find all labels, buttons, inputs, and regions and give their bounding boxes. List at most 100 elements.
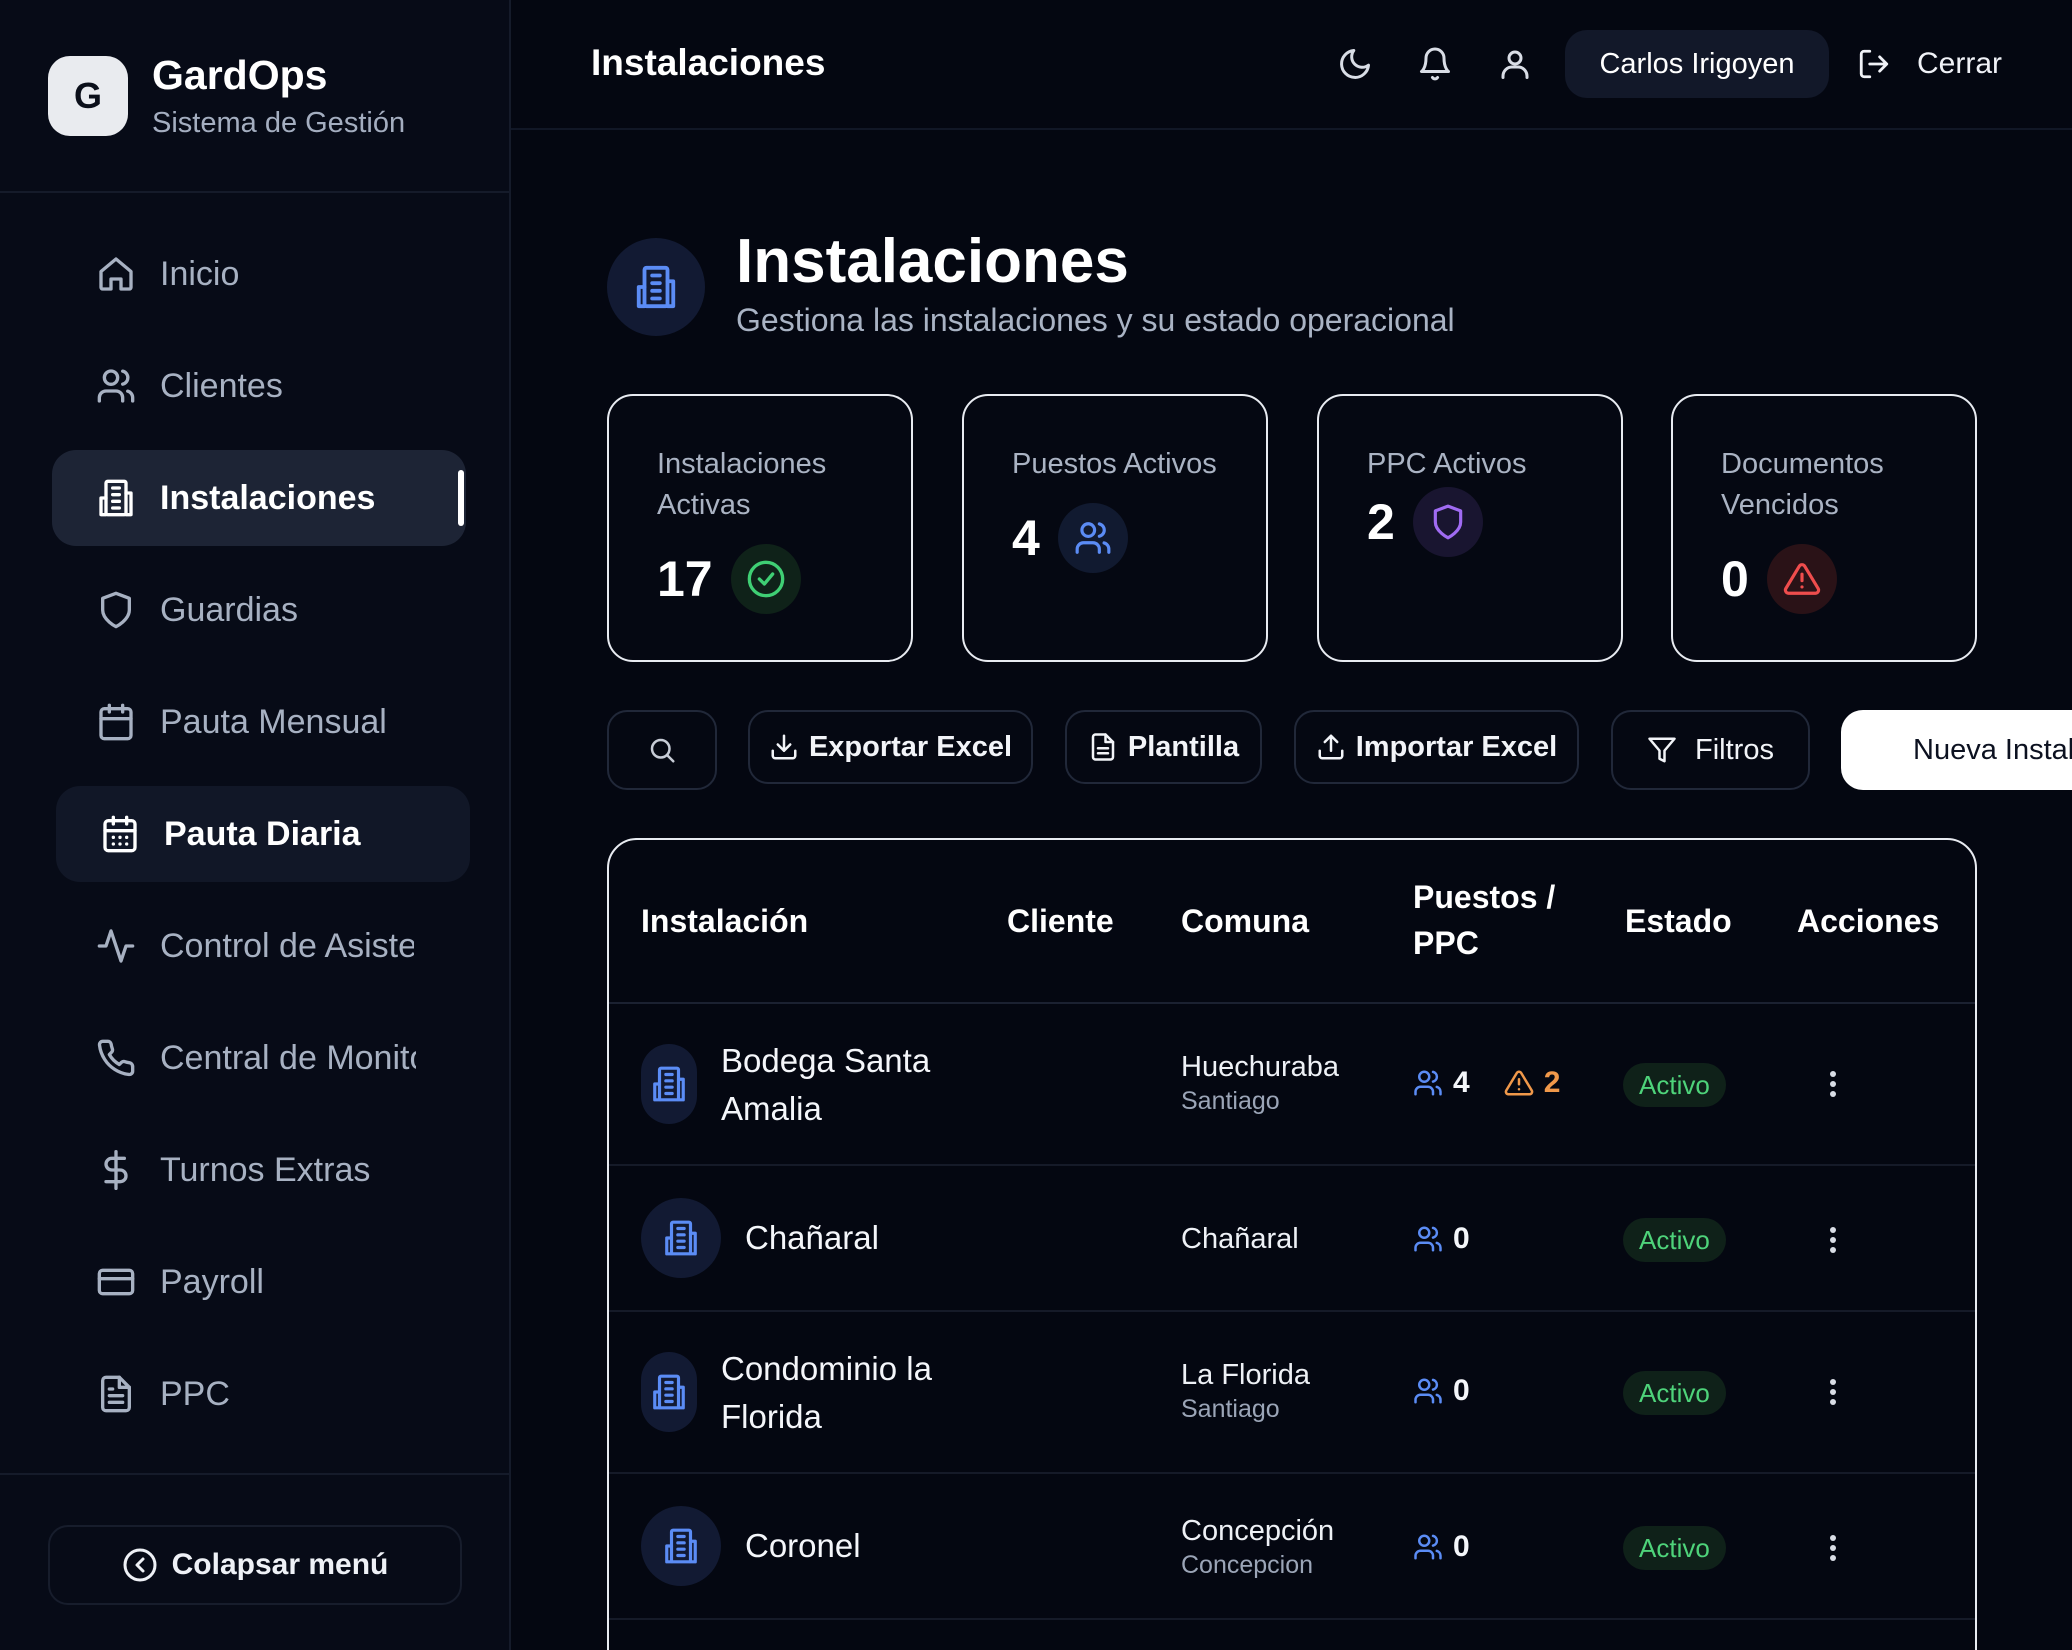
stat-label: PPC Activos xyxy=(1367,448,1527,480)
building-icon xyxy=(641,1198,721,1278)
column-header[interactable]: Comuna xyxy=(1181,898,1309,944)
puestos-count: 0 xyxy=(1453,1374,1470,1407)
import-excel-button[interactable]: Importar Excel xyxy=(1294,710,1579,784)
more-vertical-icon[interactable] xyxy=(1813,1528,1853,1568)
more-vertical-icon[interactable] xyxy=(1813,1064,1853,1104)
sidebar-item-label: Clientes xyxy=(160,366,283,405)
table-row[interactable]: Chañaral Chañaral 0 Activo xyxy=(609,1166,1975,1312)
puestos-count: 4 xyxy=(1453,1066,1470,1099)
installation-name[interactable]: Coronel xyxy=(745,1522,861,1570)
home-icon xyxy=(99,257,133,291)
installation-name[interactable]: Bodega Santa Amalia xyxy=(721,1037,981,1133)
table-row[interactable]: Condominio la Florida La Florida Santiag… xyxy=(609,1312,1975,1474)
users-icon xyxy=(1414,1226,1442,1252)
logout-label: Cerrar xyxy=(1917,47,2003,80)
stat-label: Instalaciones Activas xyxy=(657,448,827,521)
sidebar-item-control-asistencia[interactable]: Control de Asistencia xyxy=(52,898,414,994)
comuna-cell: Huechuraba Santiago xyxy=(1181,1050,1339,1118)
user-name-chip[interactable]: Carlos Irigoyen xyxy=(1565,30,1829,98)
more-vertical-icon[interactable] xyxy=(1813,1220,1853,1260)
stat-value: 2 xyxy=(1367,494,1395,550)
file-text-icon xyxy=(1091,733,1115,761)
top-header: Instalaciones Carlos Irigoyen Cerrar xyxy=(511,0,2072,130)
sidebar-item-central-monitoreo[interactable]: Central de Monitoreo xyxy=(52,1010,416,1106)
sidebar-item-guardias[interactable]: Guardias xyxy=(52,562,466,658)
sidebar-item-label: Payroll xyxy=(160,1262,264,1301)
installation-name[interactable]: Condominio la Florida xyxy=(721,1345,981,1441)
comuna-cell: La Florida Santiago xyxy=(1181,1358,1310,1426)
filters-button[interactable]: Filtros xyxy=(1611,710,1810,790)
export-excel-button[interactable]: Exportar Excel xyxy=(748,710,1033,784)
puestos-ppc-cell: 0 xyxy=(1413,1222,1470,1256)
sidebar-item-turnos-extras[interactable]: Turnos Extras xyxy=(52,1122,466,1218)
column-header[interactable]: Puestos / PPC xyxy=(1413,874,1563,966)
sidebar-item-ppc[interactable]: PPC xyxy=(52,1346,466,1442)
stat-value: 17 xyxy=(657,551,713,607)
app-logo[interactable]: G xyxy=(48,55,128,136)
header-title: Instalaciones xyxy=(591,42,826,83)
sidebar-item-label: Pauta Diaria xyxy=(164,814,361,853)
new-installation-label: Nueva Instalación xyxy=(1913,733,2072,766)
stat-card-puestos-activos: Puestos Activos 4 xyxy=(962,394,1268,662)
download-icon xyxy=(771,734,797,760)
phone-icon xyxy=(97,1039,135,1077)
sidebar-item-label: Guardias xyxy=(160,590,298,629)
shield-icon xyxy=(101,591,131,629)
sidebar-item-payroll[interactable]: Payroll xyxy=(52,1234,466,1330)
installation-name[interactable]: Chañaral xyxy=(745,1214,879,1262)
upload-icon xyxy=(1318,734,1344,760)
building-icon xyxy=(641,1044,697,1124)
calendar-icon xyxy=(99,703,133,741)
stat-card-ppc-activos: PPC Activos 2 xyxy=(1317,394,1623,662)
moon-icon[interactable] xyxy=(1337,46,1373,82)
user-icon[interactable] xyxy=(1497,46,1533,82)
bell-icon[interactable] xyxy=(1417,46,1453,82)
ppc-count: 2 xyxy=(1543,1066,1561,1099)
stat-label: Puestos Activos xyxy=(1012,448,1217,480)
stat-value: 0 xyxy=(1721,551,1749,607)
shield-icon xyxy=(1412,487,1483,557)
puestos-ppc-cell: 4 2 xyxy=(1413,1066,1560,1100)
sidebar: G GardOps Sistema de Gestión Inicio Clie… xyxy=(0,0,511,1650)
comuna-name: Huechuraba xyxy=(1181,1051,1339,1083)
sidebar-item-instalaciones[interactable]: Instalaciones xyxy=(52,450,466,546)
stat-card-instalaciones-activas: Instalaciones Activas 17 xyxy=(607,394,913,662)
building-icon xyxy=(641,1506,721,1586)
activity-icon xyxy=(97,929,135,963)
puestos-count: 0 xyxy=(1453,1222,1470,1255)
column-header[interactable]: Instalación xyxy=(641,898,808,944)
export-excel-label: Exportar Excel xyxy=(808,730,1013,763)
new-installation-button[interactable]: Nueva Instalación xyxy=(1841,710,2072,790)
sidebar-item-label: Control de Asistencia xyxy=(160,926,414,965)
sidebar-item-clientes[interactable]: Clientes xyxy=(52,338,466,434)
sidebar-item-label: Central de Monitoreo xyxy=(160,1038,416,1077)
comuna-name: Chañaral xyxy=(1181,1223,1299,1255)
column-header[interactable]: Estado xyxy=(1625,898,1732,944)
table-row[interactable]: Bodega Santa Amalia Huechuraba Santiago … xyxy=(609,1004,1975,1166)
building-icon xyxy=(636,265,676,309)
filters-label: Filtros xyxy=(1695,733,1774,766)
stat-label: Documentos Vencidos xyxy=(1721,448,1884,521)
template-button[interactable]: Plantilla xyxy=(1065,710,1262,784)
calendar-days-icon xyxy=(103,815,137,853)
column-header[interactable]: Cliente xyxy=(1007,898,1114,944)
table-row[interactable]: Coronel Concepción Concepcion 0 Activo xyxy=(609,1474,1975,1620)
collapse-menu-button[interactable]: Colapsar menú xyxy=(48,1525,462,1605)
sidebar-item-pauta-diaria[interactable]: Pauta Diaria xyxy=(56,786,470,882)
sidebar-item-inicio[interactable]: Inicio xyxy=(52,226,466,322)
status-badge: Activo xyxy=(1623,1371,1726,1415)
sidebar-item-pauta-mensual[interactable]: Pauta Mensual xyxy=(52,674,466,770)
import-excel-label: Importar Excel xyxy=(1355,730,1558,763)
building-icon xyxy=(99,479,133,517)
status-badge: Activo xyxy=(1623,1526,1726,1570)
logout-button[interactable]: Cerrar xyxy=(1857,30,2002,98)
filter-icon xyxy=(1648,737,1676,763)
sidebar-item-label: Turnos Extras xyxy=(160,1150,371,1189)
more-vertical-icon[interactable] xyxy=(1813,1372,1853,1412)
installations-table: Instalación Cliente Comuna Puestos / PPC… xyxy=(607,838,1977,1650)
users-icon xyxy=(1414,1070,1442,1096)
puestos-ppc-cell: 0 xyxy=(1413,1530,1470,1564)
search-button[interactable] xyxy=(607,710,717,790)
building-icon xyxy=(641,1352,697,1432)
comuna-name: Concepción xyxy=(1181,1515,1335,1547)
